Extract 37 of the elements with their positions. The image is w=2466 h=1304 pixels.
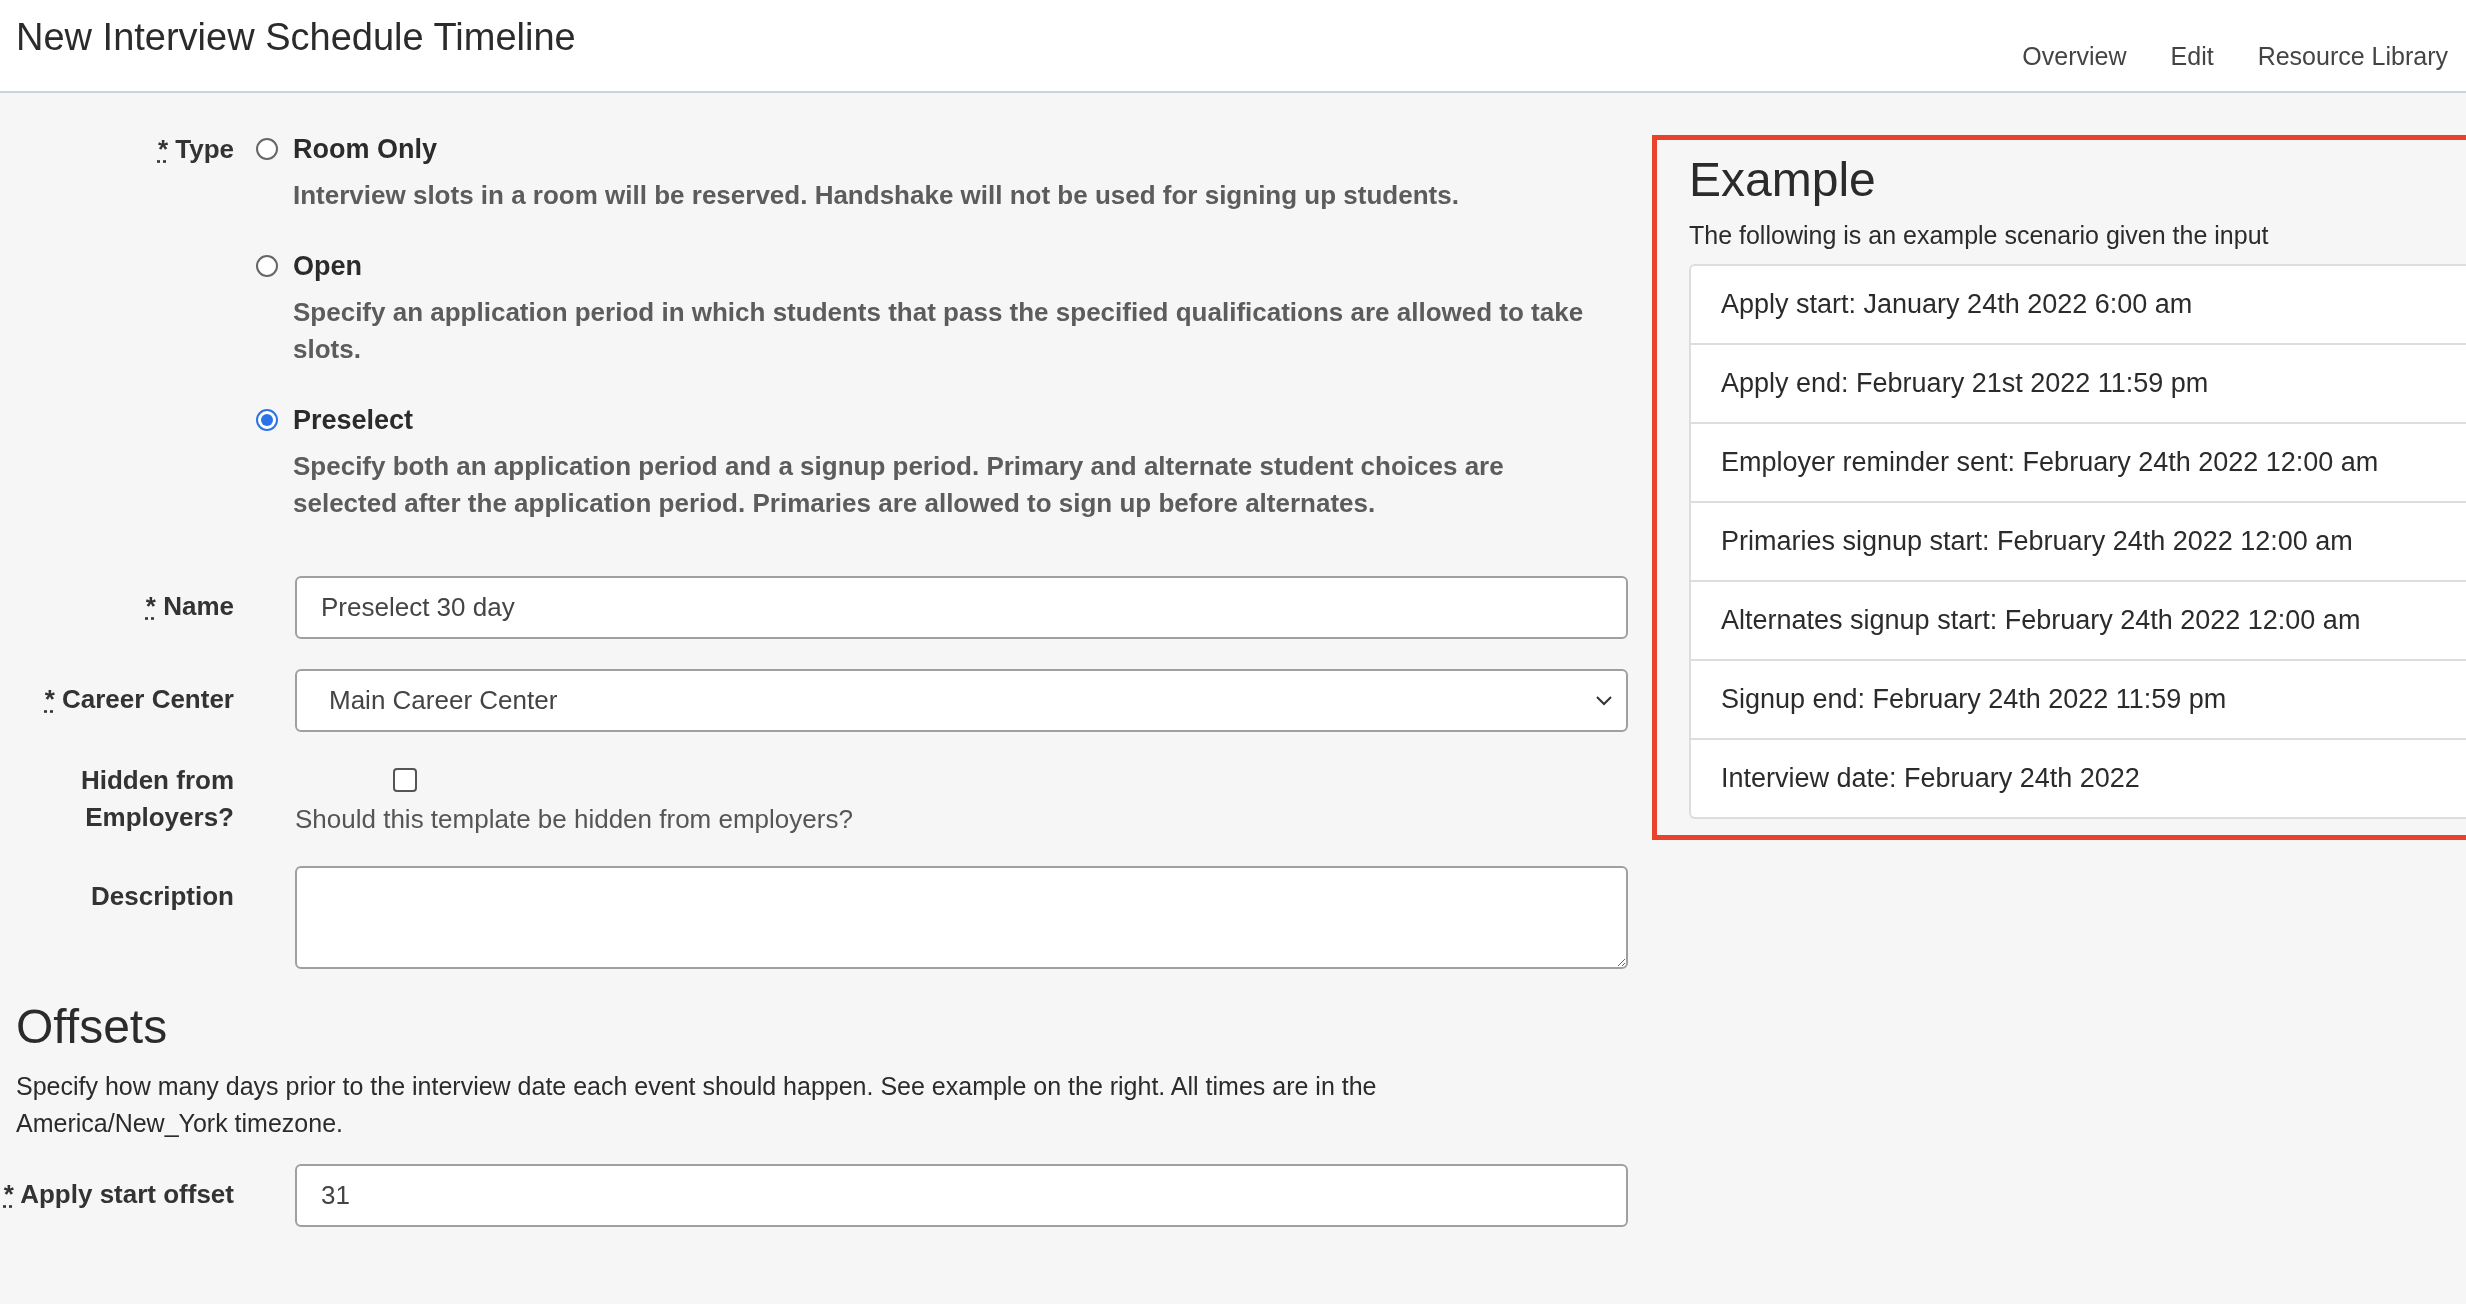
nav-link[interactable]: Resource Library [2257, 42, 2448, 71]
nav-link[interactable]: Edit [2170, 42, 2214, 71]
list-item: Alternates signup start: February 24th 2022 12:00 am [1691, 580, 2466, 659]
field-label: Description [90, 880, 234, 913]
list-item: Apply start: January 24th 2022 6:00 am [1720, 288, 2194, 321]
radio-button[interactable] [256, 138, 278, 160]
option-label[interactable]: Preselect [293, 402, 1613, 438]
field-label: * Apply start offset [3, 1178, 234, 1211]
list-item: Interview date: February 24th 2022 [1691, 738, 2466, 817]
select-field[interactable]: Main Career Center [295, 669, 1628, 732]
nav-link[interactable]: Overview [2022, 42, 2127, 71]
chevron-down-icon [1596, 695, 1612, 706]
field-label: * Name [145, 590, 234, 623]
help-text: Should this template be hidden from employers? [295, 804, 854, 835]
option-description: Specify an application period in which students that pass the specified qualifications are allowed to take slots. [293, 296, 1585, 366]
panel-title: Example [1689, 152, 1877, 207]
field-label: Hidden from Employers? [79, 764, 234, 834]
section-description: Specify how many days prior to the interview date each event should happen. See example on the right. All times are in the America/New_York timezone. [16, 1071, 1378, 1139]
field-label: * Career Center [44, 683, 234, 716]
list-item: Primaries signup start: February 24th 2022 12:00 am [1691, 501, 2466, 580]
field-label: * Type [157, 133, 234, 166]
list-item: Employer reminder sent: February 24th 2022 12:00 am [1691, 422, 2466, 501]
option-label[interactable]: Open [293, 248, 1613, 284]
section-title: Offsets [16, 999, 169, 1054]
option-label[interactable]: Room Only [293, 131, 1459, 167]
panel-subtitle: The following is an example scenario given the input [1689, 221, 2270, 250]
option-description: Interview slots in a room will be reserved. Handshake will not be used for signing up students. [293, 179, 1459, 212]
checkbox[interactable] [393, 768, 417, 792]
list-item: Signup end: February 24th 2022 11:59 pm [1691, 659, 2466, 738]
radio-button[interactable] [256, 255, 278, 277]
text-field[interactable]: Preselect 30 day [295, 576, 1628, 639]
description-field[interactable] [295, 866, 1628, 969]
radio-button[interactable] [256, 409, 278, 431]
list-item: Apply end: February 21st 2022 11:59 pm [1691, 343, 2466, 422]
page-title: New Interview Schedule Timeline [16, 16, 576, 59]
text-field[interactable]: 31 [295, 1164, 1628, 1227]
option-description: Specify both an application period and a signup period. Primary and alternate student choices are selected after the application period. Primaries are allowed to sign up before alternates. [293, 450, 1505, 520]
